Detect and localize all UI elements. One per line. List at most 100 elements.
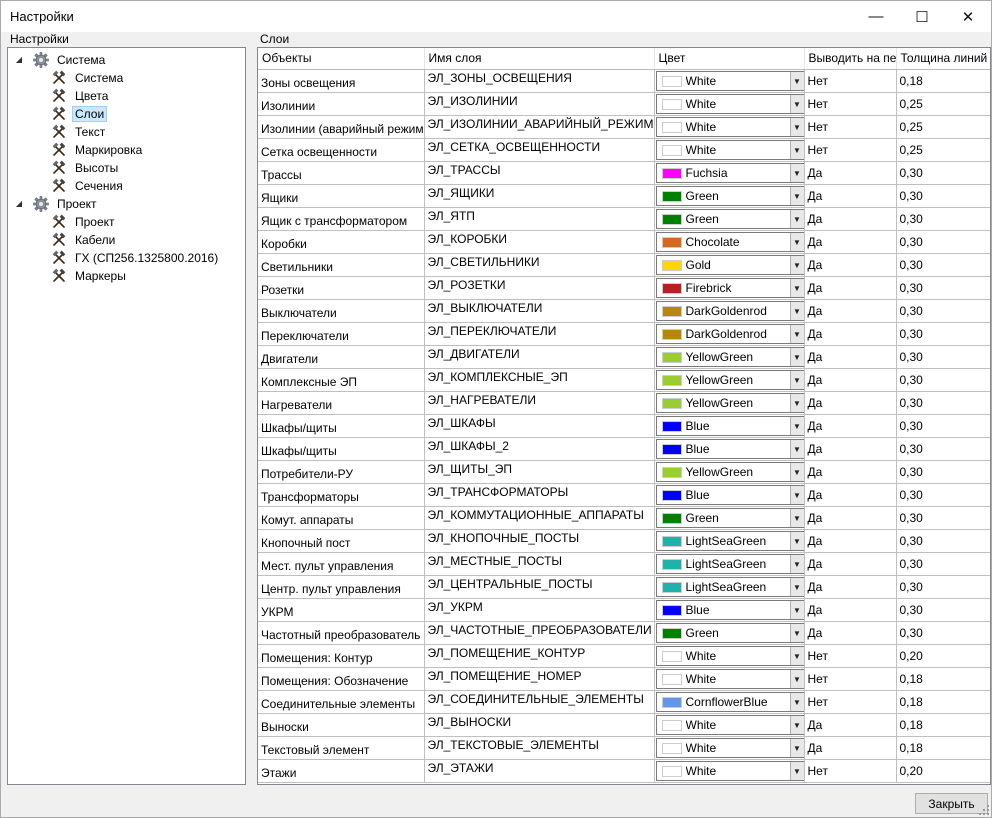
color-cell[interactable]: Blue ▼ [654,414,805,438]
color-cell[interactable]: Blue ▼ [654,598,805,622]
table-row[interactable]: Переключатели ЭЛ_ПЕРЕКЛЮЧАТЕЛИ DarkGoldenr… [258,322,990,346]
table-row[interactable]: Трансформаторы ЭЛ_ТРАНСФОРМАТОРЫ Blue ▼ Да 0,… [258,483,990,507]
color-dropdown[interactable]: Firebrick ▼ [655,278,803,298]
table-row[interactable]: Частотный преобразователь ЭЛ_ЧАСТОТНЫЕ_ПР… [258,621,990,645]
color-dropdown[interactable]: Chocolate ▼ [655,232,803,252]
print-cell[interactable]: Да [804,414,897,438]
dropdown-arrow-icon[interactable]: ▼ [789,118,803,136]
table-row[interactable]: Потребители-РУ ЭЛ_ЩИТЫ_ЭП YellowGreen ▼ Да 0,… [258,460,990,484]
minimize-button[interactable]: — [853,1,899,32]
object-cell[interactable]: Шкафы/щиты [258,437,425,461]
print-cell[interactable]: Да [804,460,897,484]
table-row[interactable]: Соединительные элементы ЭЛ_СОЕДИНИТЕЛЬНЫЕ… [258,690,990,714]
column-header-1[interactable]: Имя слоя [424,48,655,70]
object-cell[interactable]: Зоны освещения [258,69,425,93]
table-row[interactable]: Розетки ЭЛ_РОЗЕТКИ Firebrick ▼ Да 0,30 [258,276,990,300]
table-row[interactable]: Выноски ЭЛ_ВЫНОСКИ White ▼ Да 0,18 [258,713,990,737]
print-cell[interactable]: Да [804,161,897,185]
table-row[interactable]: Зоны освещения ЭЛ_ЗОНЫ_ОСВЕЩЕНИЯ White ▼ Нет… [258,69,990,93]
layer-name-cell[interactable]: ЭЛ_ПЕРЕКЛЮЧАТЕЛИ [424,322,655,346]
line-width-cell[interactable]: 0,30 [896,598,990,622]
dropdown-arrow-icon[interactable]: ▼ [789,348,803,366]
table-row[interactable]: Нагреватели ЭЛ_НАГРЕВАТЕЛИ YellowGreen ▼ Да 0… [258,391,990,415]
object-cell[interactable]: Трассы [258,161,425,185]
object-cell[interactable]: Центр. пульт управления [258,575,425,599]
line-width-cell[interactable]: 0,30 [896,230,990,254]
print-cell[interactable]: Да [804,368,897,392]
dropdown-arrow-icon[interactable]: ▼ [789,647,803,665]
line-width-cell[interactable]: 0,18 [896,736,990,760]
color-dropdown[interactable]: LightSeaGreen ▼ [655,577,803,597]
tree-item-3[interactable]: Слои [50,105,108,123]
color-cell[interactable]: Fuchsia ▼ [654,161,805,185]
dropdown-arrow-icon[interactable]: ▼ [789,578,803,596]
print-cell[interactable]: Да [804,736,897,760]
line-width-cell[interactable]: 0,30 [896,299,990,323]
column-header-0[interactable]: Объекты [258,48,425,70]
layer-name-cell[interactable]: ЭЛ_СЕТКА_ОСВЕЩЕННОСТИ [424,138,655,162]
tree-item-12[interactable]: Маркеры [50,267,129,285]
print-cell[interactable]: Да [804,184,897,208]
object-cell[interactable]: Кнопочный пост [258,529,425,553]
color-dropdown[interactable]: DarkGoldenrod ▼ [655,301,803,321]
print-cell[interactable]: Да [804,391,897,415]
object-cell[interactable]: УКРМ [258,598,425,622]
print-cell[interactable]: Да [804,322,897,346]
object-cell[interactable]: Выключатели [258,299,425,323]
line-width-cell[interactable]: 0,20 [896,644,990,668]
dropdown-arrow-icon[interactable]: ▼ [789,187,803,205]
object-cell[interactable]: Нагреватели [258,391,425,415]
table-row[interactable]: Шкафы/щиты ЭЛ_ШКАФЫ Blue ▼ Да 0,30 [258,414,990,438]
color-dropdown[interactable]: Green ▼ [655,209,803,229]
tree-item-6[interactable]: Высоты [50,159,121,177]
color-cell[interactable]: YellowGreen ▼ [654,345,805,369]
table-row[interactable]: Мест. пульт управления ЭЛ_МЕСТНЫЕ_ПОСТЫ Li… [258,552,990,576]
print-cell[interactable]: Нет [804,69,897,93]
color-dropdown[interactable]: White ▼ [655,117,803,137]
dropdown-arrow-icon[interactable]: ▼ [789,693,803,711]
layer-name-cell[interactable]: ЭЛ_ЗОНЫ_ОСВЕЩЕНИЯ [424,69,655,93]
close-button[interactable]: Закрыть [915,793,988,814]
line-width-cell[interactable]: 0,30 [896,253,990,277]
dropdown-arrow-icon[interactable]: ▼ [789,141,803,159]
layer-name-cell[interactable]: ЭЛ_ТРАССЫ [424,161,655,185]
color-cell[interactable]: Blue ▼ [654,437,805,461]
color-dropdown[interactable]: Gold ▼ [655,255,803,275]
line-width-cell[interactable]: 0,30 [896,414,990,438]
layer-name-cell[interactable]: ЭЛ_КОММУТАЦИОННЫЕ_АППАРАТЫ [424,506,655,530]
color-cell[interactable]: CornflowerBlue ▼ [654,690,805,714]
line-width-cell[interactable]: 0,20 [896,759,990,783]
line-width-cell[interactable]: 0,18 [896,690,990,714]
table-row[interactable]: Ящики ЭЛ_ЯЩИКИ Green ▼ Да 0,30 [258,184,990,208]
table-row[interactable]: Выключатели ЭЛ_ВЫКЛЮЧАТЕЛИ DarkGoldenrod ▼ Д… [258,299,990,323]
dropdown-arrow-icon[interactable]: ▼ [789,739,803,757]
tree-item-10[interactable]: Кабели [50,231,118,249]
tree-item-7[interactable]: Сечения [50,177,126,195]
color-dropdown[interactable]: YellowGreen ▼ [655,462,803,482]
print-cell[interactable]: Да [804,437,897,461]
line-width-cell[interactable]: 0,30 [896,529,990,553]
object-cell[interactable]: Комут. аппараты [258,506,425,530]
table-row[interactable]: Ящик с трансформатором ЭЛ_ЯТП Green ▼ Да 0,30 [258,207,990,231]
print-cell[interactable]: Нет [804,667,897,691]
line-width-cell[interactable]: 0,30 [896,184,990,208]
column-header-4[interactable]: Толщина линий [896,48,990,70]
table-row[interactable]: Светильники ЭЛ_СВЕТИЛЬНИКИ Gold ▼ Да 0,30 [258,253,990,277]
line-width-cell[interactable]: 0,30 [896,207,990,231]
color-cell[interactable]: White ▼ [654,644,805,668]
line-width-cell[interactable]: 0,30 [896,621,990,645]
color-cell[interactable]: Blue ▼ [654,483,805,507]
color-dropdown[interactable]: YellowGreen ▼ [655,370,803,390]
dropdown-arrow-icon[interactable]: ▼ [789,210,803,228]
color-dropdown[interactable]: White ▼ [655,71,803,91]
layer-name-cell[interactable]: ЭЛ_РОЗЕТКИ [424,276,655,300]
color-cell[interactable]: LightSeaGreen ▼ [654,552,805,576]
line-width-cell[interactable]: 0,30 [896,345,990,369]
color-cell[interactable]: YellowGreen ▼ [654,460,805,484]
close-window-button[interactable]: ✕ [945,1,991,32]
object-cell[interactable]: Переключатели [258,322,425,346]
color-cell[interactable]: Chocolate ▼ [654,230,805,254]
print-cell[interactable]: Да [804,230,897,254]
color-cell[interactable]: Green ▼ [654,506,805,530]
tree-item-4[interactable]: Текст [50,123,108,141]
